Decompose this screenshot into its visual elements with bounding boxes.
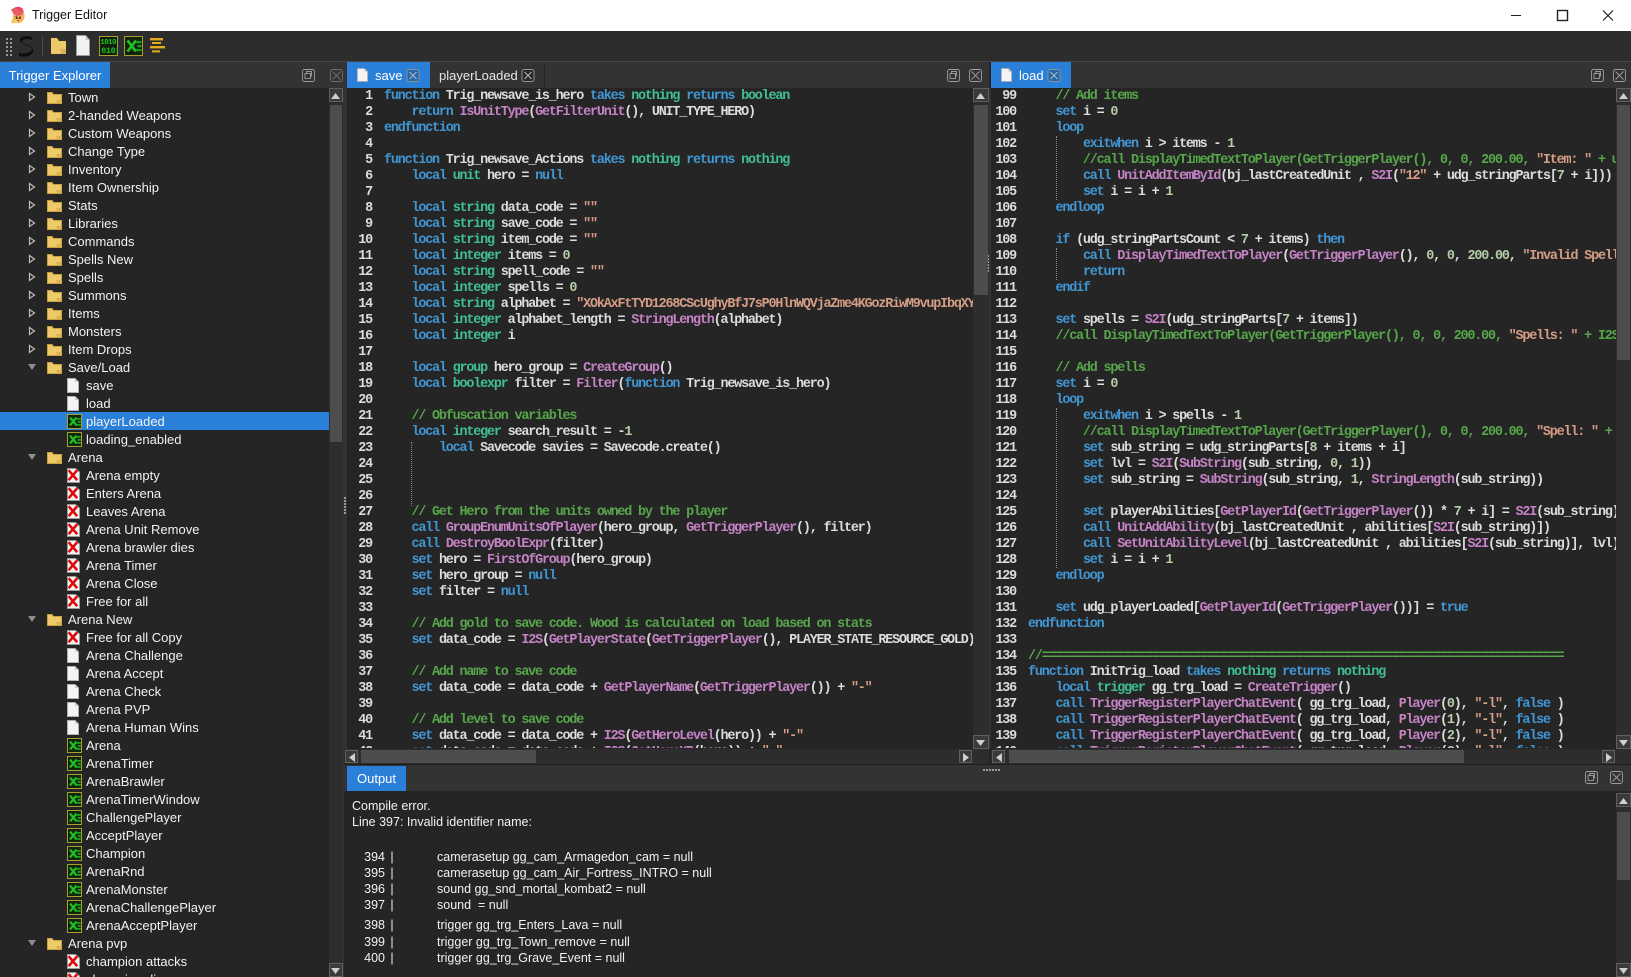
svg-text:1010: 1010 [100, 39, 116, 47]
svg-text:0101: 0101 [101, 47, 118, 56]
